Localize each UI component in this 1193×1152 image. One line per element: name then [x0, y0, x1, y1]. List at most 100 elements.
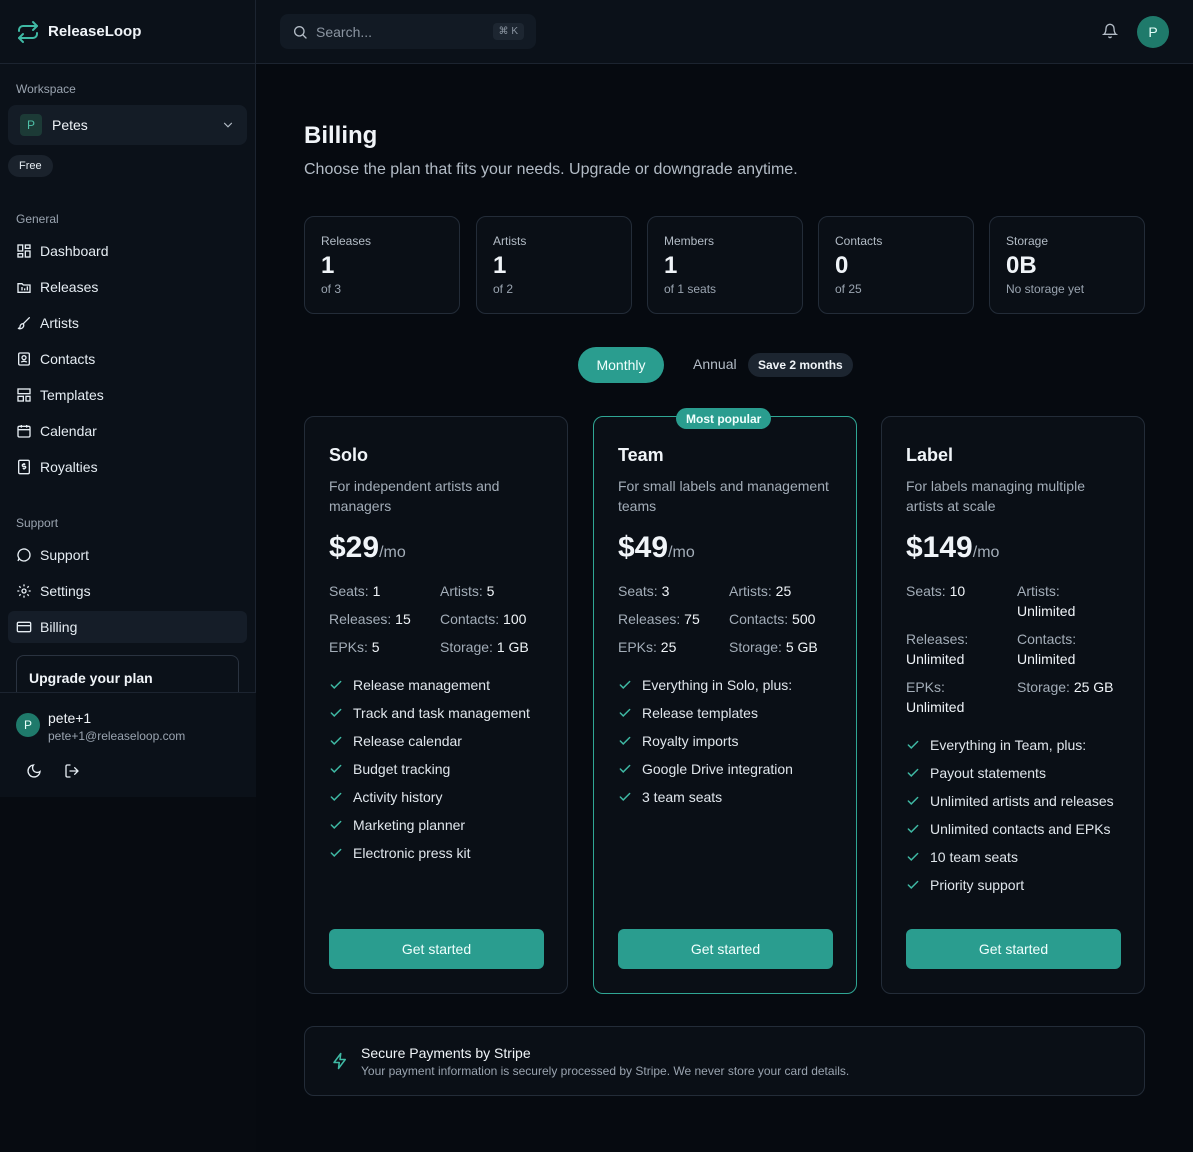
upgrade-plan-card[interactable]: Upgrade your plan [16, 655, 239, 693]
workspace-name: Petes [52, 117, 88, 133]
most-popular-badge: Most popular [676, 408, 772, 429]
message-circle-icon [16, 547, 32, 563]
workspace-switcher[interactable]: P Petes [8, 105, 247, 145]
check-icon [330, 680, 342, 689]
sidebar-item-label: Dashboard [40, 243, 109, 259]
usage-label: Storage [1006, 234, 1049, 248]
limit-key: Storage: [440, 639, 493, 655]
limit-value: 25 GB [1073, 679, 1114, 695]
sidebar-item-artists[interactable]: Artists [8, 307, 247, 339]
check-icon [330, 848, 342, 857]
sidebar-item-royalties[interactable]: Royalties [8, 451, 247, 483]
limit-value: Unlimited [906, 699, 965, 715]
usage-card-releases: Releases 1 of 3 [304, 216, 460, 314]
price-amount: $149 [906, 531, 973, 564]
avatar[interactable]: P [1137, 16, 1169, 48]
limit-key: Releases: [618, 611, 681, 627]
sidebar-item-label: Releases [40, 279, 99, 295]
check-icon [330, 764, 342, 773]
sidebar-item-support[interactable]: Support [8, 539, 247, 571]
page-title: Billing [304, 122, 378, 149]
check-icon [907, 880, 919, 889]
get-started-button[interactable]: Get started [618, 929, 833, 969]
usage-label: Artists [493, 234, 527, 248]
plan-badge: Free [8, 155, 53, 177]
billing-toggle-monthly[interactable]: Monthly [578, 347, 664, 383]
feature-text: Release templates [642, 705, 758, 721]
billing-toggle-annual[interactable]: Annual [693, 356, 737, 372]
sidebar-item-billing[interactable]: Billing [8, 611, 247, 643]
bell-icon[interactable] [1102, 23, 1118, 39]
sidebar-item-label: Royalties [40, 459, 98, 475]
feature-item: Everything in Team, plus: [906, 735, 1130, 755]
save-badge: Save 2 months [748, 353, 853, 377]
credit-card-icon [16, 619, 32, 635]
limit-value: Unlimited [1017, 651, 1076, 667]
plan-name: Solo [329, 445, 368, 465]
price-period: /mo [668, 544, 695, 561]
check-icon [330, 708, 342, 717]
limit-value: 5 [371, 639, 380, 655]
search-placeholder: Search... [316, 23, 373, 40]
gear-icon [16, 583, 32, 599]
sidebar-item-releases[interactable]: Releases [8, 271, 247, 303]
usage-label: Members [664, 234, 715, 248]
check-icon [619, 708, 631, 717]
feature-list: Release management Track and task manage… [329, 675, 553, 871]
feature-text: Budget tracking [353, 761, 451, 777]
limit-key: Releases: [906, 631, 969, 647]
avatar[interactable]: P [16, 713, 40, 737]
support-section-label: Support [16, 516, 59, 530]
workspace-label: Workspace [16, 82, 76, 96]
price-amount: $29 [329, 531, 380, 564]
brand[interactable]: ReleaseLoop [0, 0, 255, 64]
feature-text: Activity history [353, 789, 443, 805]
feature-text: 10 team seats [930, 849, 1018, 865]
limit-value: 5 [486, 583, 495, 599]
limit-key: Artists: [440, 583, 483, 599]
feature-item: Unlimited artists and releases [906, 791, 1130, 811]
moon-icon[interactable] [26, 763, 42, 779]
feature-text: Everything in Solo, plus: [642, 677, 793, 693]
plan-description: For labels managing multiple artists at … [906, 478, 1085, 514]
sidebar-item-contacts[interactable]: Contacts [8, 343, 247, 375]
usage-card-members: Members 1 of 1 seats [647, 216, 803, 314]
limit-key: Artists: [729, 583, 772, 599]
sidebar-item-calendar[interactable]: Calendar [8, 415, 247, 447]
feature-item: Release calendar [329, 731, 553, 751]
sidebar-item-dashboard[interactable]: Dashboard [8, 235, 247, 267]
price-amount: $49 [618, 531, 669, 564]
feature-text: 3 team seats [642, 789, 723, 805]
sidebar-item-templates[interactable]: Templates [8, 379, 247, 411]
feature-item: Release management [329, 675, 553, 695]
check-icon [907, 852, 919, 861]
feature-text: Release management [353, 677, 490, 693]
templates-icon [16, 387, 32, 403]
plan-card-label: Label For labels managing multiple artis… [881, 416, 1145, 994]
limit-value: Unlimited [906, 651, 965, 667]
user-profile: P pete+1 pete+1@releaseloop.com [0, 692, 256, 797]
limit-key: Seats: [329, 583, 369, 599]
limit-key: Contacts: [440, 611, 500, 627]
limit-key: Releases: [329, 611, 392, 627]
usage-label: Releases [321, 234, 372, 248]
loop-logo-icon [18, 20, 38, 43]
feature-text: Marketing planner [353, 817, 466, 833]
get-started-button[interactable]: Get started [906, 929, 1121, 969]
search-input[interactable]: Search... ⌘ K [280, 14, 536, 49]
limit-value: Unlimited [1017, 603, 1076, 619]
plan-price: $29/mo [329, 531, 406, 565]
secure-payments-title: Secure Payments by Stripe [361, 1045, 531, 1061]
limit-value: 25 [660, 639, 677, 655]
sidebar-item-settings[interactable]: Settings [8, 575, 247, 607]
plan-price: $149/mo [906, 531, 999, 565]
get-started-button[interactable]: Get started [329, 929, 544, 969]
sidebar-item-label: Templates [40, 387, 104, 403]
logout-icon[interactable] [64, 763, 80, 779]
usage-value: 0 [835, 252, 849, 279]
feature-text: Unlimited artists and releases [930, 793, 1114, 809]
check-icon [907, 740, 919, 749]
usage-limit: of 1 seats [664, 282, 717, 296]
plan-limits: Seats: 10 Artists: Unlimited Releases: Unl… [906, 581, 1126, 717]
limit-value: 1 GB [496, 639, 529, 655]
